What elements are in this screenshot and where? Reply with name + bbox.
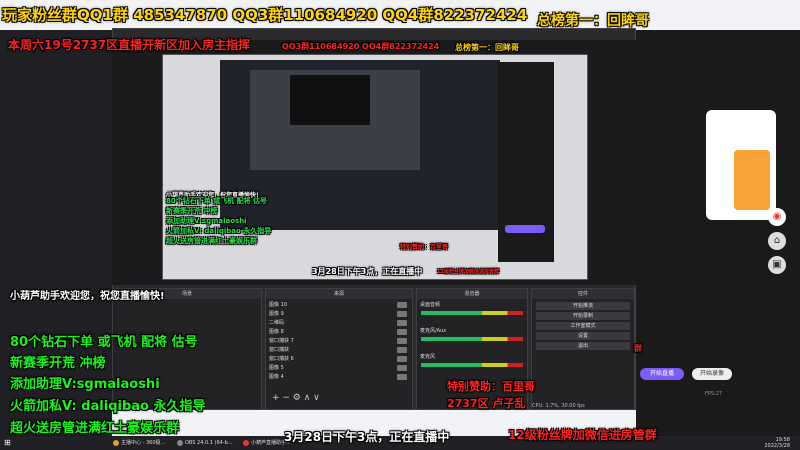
source-row[interactable]: 二维码 [269, 319, 409, 327]
home-icon[interactable]: ⌂ [768, 232, 786, 250]
source-row[interactable]: 图像 9 [269, 310, 409, 318]
stream-screenshot: { "overlay": { "fans_groups": "玩家粉丝群QQ1群… [0, 0, 800, 450]
sources-header: 来源 [266, 289, 412, 299]
live-time-banner: 3月28日下午3点，正在直播中 [284, 430, 450, 444]
taskbar-item[interactable]: OBS 24.0.1 (64-b... [176, 438, 236, 448]
studio-mode-button[interactable]: 工作室模式 [536, 322, 630, 330]
source-row[interactable]: 图像 8 [269, 328, 409, 336]
source-row[interactable]: 窗口捕获 [269, 346, 409, 354]
sponsor-line: 特别赞助：百里哥 [447, 380, 535, 393]
taskbar-item[interactable]: 主播中心 - 360极... [112, 438, 170, 448]
nested-date-live: 3月28日下午3点，正在直播中 [312, 267, 423, 276]
nested-obs-inner [290, 75, 370, 125]
mixer-label: 麦克风 [420, 354, 436, 360]
promo-line: 新赛季开荒 冲榜 [10, 356, 106, 371]
add-source-icon[interactable]: + − ⚙ ∧ ∨ [272, 393, 320, 403]
promo-line: 80个钻石下单 或飞机 配将 估号 [10, 335, 198, 350]
controls-header: 控件 [532, 289, 634, 299]
nested-fan-badge: 12级粉丝牌加微信进房管群 [437, 269, 499, 275]
top-rank-echo: 总榜第一：回眸哥 [455, 43, 519, 52]
settings-button[interactable]: 设置 [536, 332, 630, 340]
sponsor-line: 2737区 卢子乱 [447, 397, 526, 410]
screen-icon[interactable]: ▣ [768, 256, 786, 274]
promo-line: 超火送房管进满红土豪娱乐群 [10, 421, 180, 436]
camera-icon[interactable]: ◉ [768, 208, 786, 226]
source-row[interactable]: 窗口捕获 7 [269, 337, 409, 345]
fan-groups-banner: 玩家粉丝群QQ1群 485347870 QQ3群110684920 QQ4群82… [2, 6, 528, 24]
promo-card-image [734, 150, 770, 210]
source-row[interactable]: 窗口捕获 6 [269, 355, 409, 363]
exit-button[interactable]: 退出 [536, 342, 630, 350]
group-label: 群 [634, 344, 642, 353]
volume-meter [421, 363, 523, 367]
sources-dock: 来源 图像 10 图像 9 二维码 图像 8 窗口捕获 7 窗口捕获 窗口捕获 … [265, 288, 413, 410]
mixer-label: 桌面音频 [420, 302, 441, 308]
controls-dock: 控件 开始推流 开始录制 工作室模式 设置 退出 [531, 288, 635, 410]
notice-banner: 本周六19号2737区直播开新区加入房主指挥 [8, 38, 251, 52]
nested-promo-list: 80个钻石下单 或飞机 配将 估号 新赛季开荒 冲榜 添加助理V:sgmalao… [166, 197, 272, 245]
source-row[interactable]: 图像 10 [269, 301, 409, 309]
mixer-header: 混音器 [417, 289, 527, 299]
windows-icon[interactable]: ⊞ [4, 438, 14, 448]
source-row[interactable]: 图像 5 [269, 364, 409, 372]
volume-meter [421, 337, 523, 341]
start-recording-button[interactable]: 开始录制 [536, 312, 630, 320]
taskbar-clock: 19:58 2022/3/28 [764, 437, 790, 449]
fps-readout: FPS:27 [705, 391, 723, 397]
top-rank-banner: 总榜第一：回眸哥 [537, 13, 649, 29]
obs-status: CPU: 1.7%, 30.00 fps [532, 403, 585, 409]
promo-line: 火箭加私V: daliqibao 永久指导 [10, 399, 206, 414]
fan-badge-banner: 12级粉丝牌加微信进房管群 [508, 428, 657, 442]
source-row[interactable]: 图像 4 [269, 373, 409, 381]
nested-start-button [505, 225, 545, 233]
welcome-message: 小葫芦助手欢迎您，祝您直播愉快! [10, 291, 165, 302]
nested-sponsor: 特别赞助：百里哥 [400, 244, 449, 251]
mixer-label: 麦克风/Aux [420, 328, 447, 334]
promo-line: 添加助理V:sgmalaoshi [10, 377, 160, 392]
start-stream-button[interactable]: 开始推流 [536, 302, 630, 310]
notice-tail: QQ3群110684920 QQ4群822372424 [282, 42, 440, 51]
start-record-button[interactable]: 开始录像 [692, 368, 732, 380]
start-live-button[interactable]: 开始直播 [640, 368, 684, 380]
volume-meter [421, 311, 523, 315]
